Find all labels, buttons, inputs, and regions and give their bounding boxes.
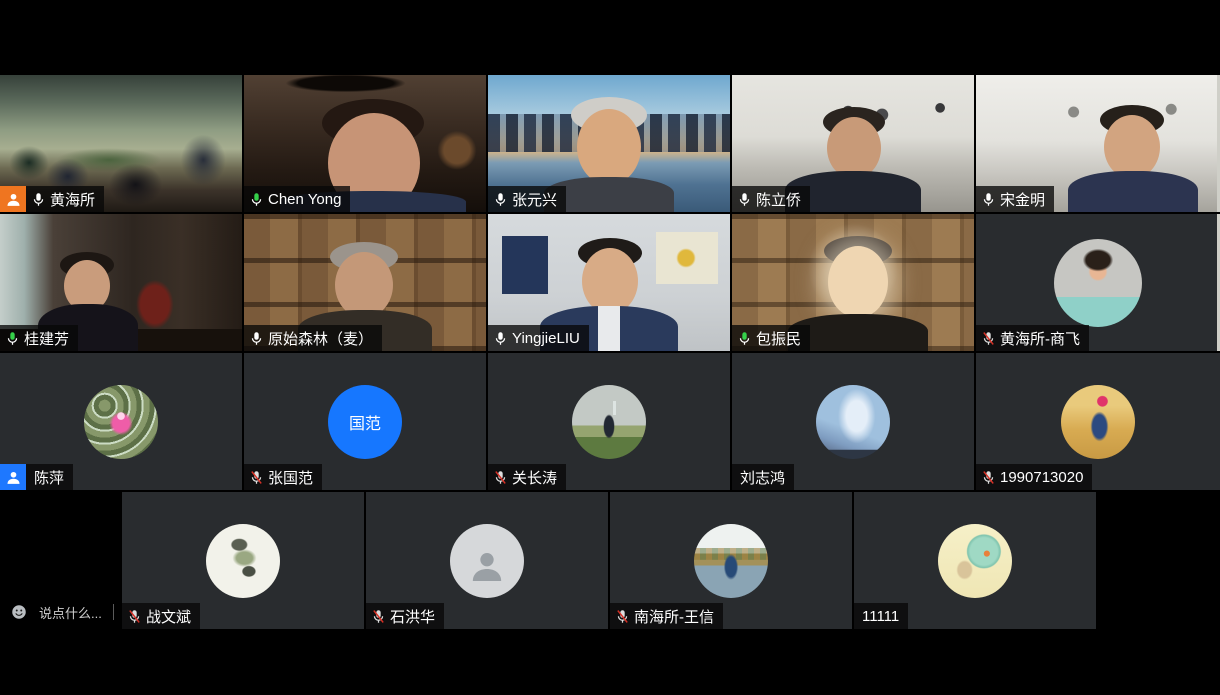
participant-tile-zhanwenbin[interactable]: 战文斌 [122, 492, 364, 629]
mic-icon [737, 192, 752, 207]
avatar [206, 524, 280, 598]
avatar [1061, 385, 1135, 459]
mic-active-icon [249, 192, 264, 207]
avatar [572, 385, 646, 459]
participant-tile-zhangguofan[interactable]: 国范 张国范 [244, 353, 486, 490]
avatar [816, 385, 890, 459]
participant-name: 刘志鸿 [740, 467, 785, 488]
avatar [1054, 239, 1142, 327]
mic-muted-icon [615, 609, 630, 624]
avatar-initials: 国范 [328, 385, 402, 459]
participant-tile-liuzhihong[interactable]: 刘志鸿 [732, 353, 974, 490]
avatar [694, 524, 768, 598]
host-badge-icon [0, 186, 26, 212]
mic-muted-icon [371, 609, 386, 624]
participant-tile-guanchangtao[interactable]: 关长涛 [488, 353, 730, 490]
mic-active-icon [737, 331, 752, 346]
participant-tile-yingjieliu[interactable]: YingjieLIU [488, 214, 730, 351]
participant-name: 包振民 [756, 328, 801, 349]
bottom-bar [0, 629, 1220, 695]
divider [113, 604, 114, 620]
participant-tile-songjinming[interactable]: 宋金明 [976, 75, 1220, 212]
mic-muted-icon [249, 470, 264, 485]
participant-name: 黄海所-商飞 [1000, 328, 1080, 349]
participant-tile-huanghaisuo-shangfei[interactable]: 黄海所-商飞 [976, 214, 1220, 351]
participant-name: 战文斌 [146, 606, 191, 627]
emoji-button[interactable] [10, 603, 28, 621]
participant-tile-baozhenmin[interactable]: 包振民 [732, 214, 974, 351]
top-bar [0, 0, 1220, 75]
mic-muted-icon [981, 470, 996, 485]
participant-name: 桂建芳 [24, 328, 69, 349]
participant-name: 宋金明 [1000, 189, 1045, 210]
participant-name: 11111 [862, 608, 899, 625]
participant-name: Chen Yong [268, 191, 341, 208]
participant-tile-nanhaisuo-wangxin[interactable]: 南海所-王信 [610, 492, 852, 629]
participant-name: 张元兴 [512, 189, 557, 210]
participant-name: 黄海所 [50, 189, 95, 210]
participant-tile-chenliqiao-active-speaker[interactable]: 陈立侨 [732, 75, 974, 212]
participant-name: 原始森林（麦） [268, 328, 373, 349]
self-badge-icon [0, 464, 26, 490]
avatar-default-person-icon [450, 524, 524, 598]
mic-muted-icon [493, 470, 508, 485]
mic-icon [493, 192, 508, 207]
participant-tile-1990713020[interactable]: 1990713020 [976, 353, 1220, 490]
participant-tile-chen-yong[interactable]: Chen Yong [244, 75, 486, 212]
participant-tile-shihonghua[interactable]: 石洪华 [366, 492, 608, 629]
chat-quick-bar: 说点什么... [10, 598, 114, 626]
participant-name: 陈萍 [34, 467, 64, 488]
mic-icon [249, 331, 264, 346]
participant-name: YingjieLIU [512, 330, 580, 347]
participant-name: 张国范 [268, 467, 313, 488]
participant-tile-zhangyuanxing[interactable]: 张元兴 [488, 75, 730, 212]
participant-name: 1990713020 [1000, 469, 1083, 486]
participant-name: 陈立侨 [756, 189, 801, 210]
avatar [84, 385, 158, 459]
mic-icon [31, 192, 46, 207]
participant-tile-yuanshisenlin[interactable]: 原始森林（麦） [244, 214, 486, 351]
chat-input[interactable]: 说点什么... [39, 603, 102, 622]
mic-icon [981, 192, 996, 207]
meeting-gallery-view: 黄海所 Chen Yong 张元兴 陈立侨 宋金明 [0, 0, 1220, 695]
mic-active-icon [5, 331, 20, 346]
participant-tile-chenping[interactable]: 陈萍 [0, 353, 242, 490]
mic-muted-icon [127, 609, 142, 624]
participant-name: 南海所-王信 [634, 606, 714, 627]
mic-muted-icon [981, 331, 996, 346]
participant-name: 石洪华 [390, 606, 435, 627]
participant-tile-11111[interactable]: 11111 [854, 492, 1096, 629]
participant-tile-huanghaisuo[interactable]: 黄海所 [0, 75, 242, 212]
mic-icon [493, 331, 508, 346]
participant-tile-guijianfang[interactable]: 桂建芳 [0, 214, 242, 351]
participant-name: 关长涛 [512, 467, 557, 488]
avatar [938, 524, 1012, 598]
